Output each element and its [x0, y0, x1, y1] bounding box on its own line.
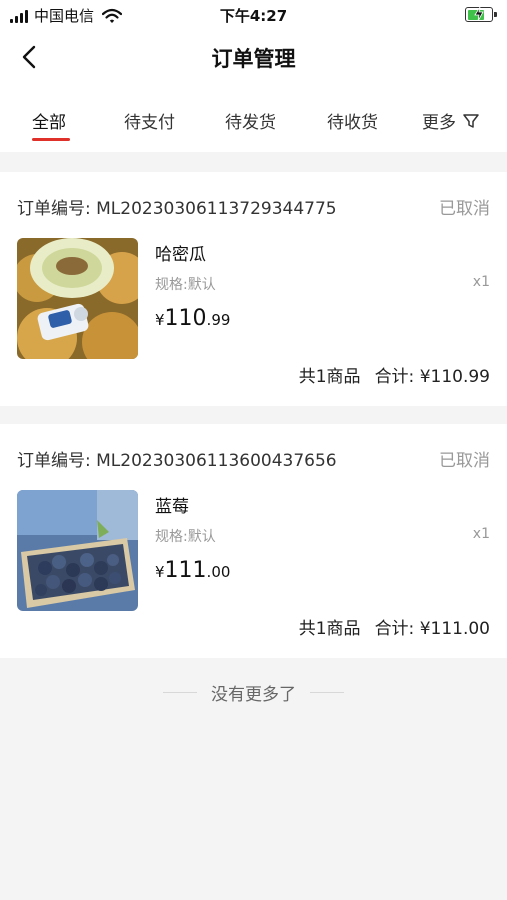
- product-price: ¥111.00: [155, 558, 230, 583]
- order-status: 已取消: [439, 451, 490, 471]
- product-price: ¥110.99: [155, 306, 230, 331]
- order-number: 订单编号: ML20230306113729344775: [17, 194, 337, 219]
- order-number-value: ML20230306113600437656: [96, 451, 337, 471]
- total-amount: 合计: ¥111.00: [374, 619, 490, 639]
- divider-left: [163, 691, 197, 693]
- product-name[interactable]: 蓝莓: [155, 492, 189, 517]
- tab-more-label: 更多: [422, 113, 456, 133]
- product-quantity: x1: [472, 526, 490, 542]
- order-number-label: 订单编号:: [17, 451, 91, 471]
- price-integer: 110: [164, 306, 207, 331]
- divider-right: [310, 691, 344, 693]
- product-name[interactable]: 哈密瓜: [155, 240, 206, 265]
- price-currency: ¥: [155, 563, 165, 581]
- product-spec: 规格:默认: [155, 277, 216, 293]
- filter-icon: [463, 113, 479, 128]
- price-decimal: .00: [206, 563, 231, 581]
- tab-pending-receipt[interactable]: 待收货: [327, 108, 378, 133]
- product-image-melon[interactable]: [17, 238, 138, 359]
- price-integer: 111: [164, 558, 207, 583]
- end-of-list: 没有更多了: [0, 680, 507, 705]
- order-card[interactable]: 订单编号: ML20230306113729344775 已取消 哈密瓜 规格:…: [0, 172, 507, 406]
- tab-more[interactable]: 更多: [422, 108, 480, 133]
- active-tab-indicator: [32, 138, 70, 141]
- status-time: 下午4:27: [219, 7, 288, 25]
- order-number: 订单编号: ML20230306113600437656: [17, 446, 337, 471]
- status-bar: 中国电信 下午4:27: [0, 0, 507, 30]
- tab-pending-shipment[interactable]: 待发货: [225, 108, 276, 133]
- blueberry-photo: [17, 490, 138, 611]
- battery-tip: [494, 12, 497, 17]
- nav-bar: 订单管理: [0, 30, 507, 86]
- order-tabs: 全部 待支付 待发货 待收货 更多: [0, 86, 507, 152]
- order-number-label: 订单编号:: [17, 199, 91, 219]
- product-image-blueberry[interactable]: [17, 490, 138, 611]
- page-title: 订单管理: [211, 47, 296, 71]
- melon-photo: [17, 238, 138, 359]
- battery-icon: [465, 7, 497, 22]
- product-spec: 规格:默认: [155, 529, 216, 545]
- tab-all[interactable]: 全部: [32, 108, 66, 133]
- total-amount: 合计: ¥110.99: [374, 367, 490, 387]
- item-count: 共1商品: [298, 367, 361, 387]
- product-quantity: x1: [472, 274, 490, 290]
- order-total: 共1商品 合计: ¥110.99: [299, 362, 490, 387]
- charging-bolt-icon: [474, 7, 484, 21]
- tab-pending-payment[interactable]: 待支付: [124, 108, 175, 133]
- order-card[interactable]: 订单编号: ML20230306113600437656 已取消 蓝莓 规格:默…: [0, 424, 507, 658]
- order-total: 共1商品 合计: ¥111.00: [299, 614, 490, 639]
- price-decimal: .99: [206, 311, 231, 329]
- order-number-value: ML20230306113729344775: [96, 199, 337, 219]
- price-currency: ¥: [155, 311, 165, 329]
- end-of-list-text: 没有更多了: [211, 684, 296, 705]
- item-count: 共1商品: [298, 619, 361, 639]
- order-status: 已取消: [439, 199, 490, 219]
